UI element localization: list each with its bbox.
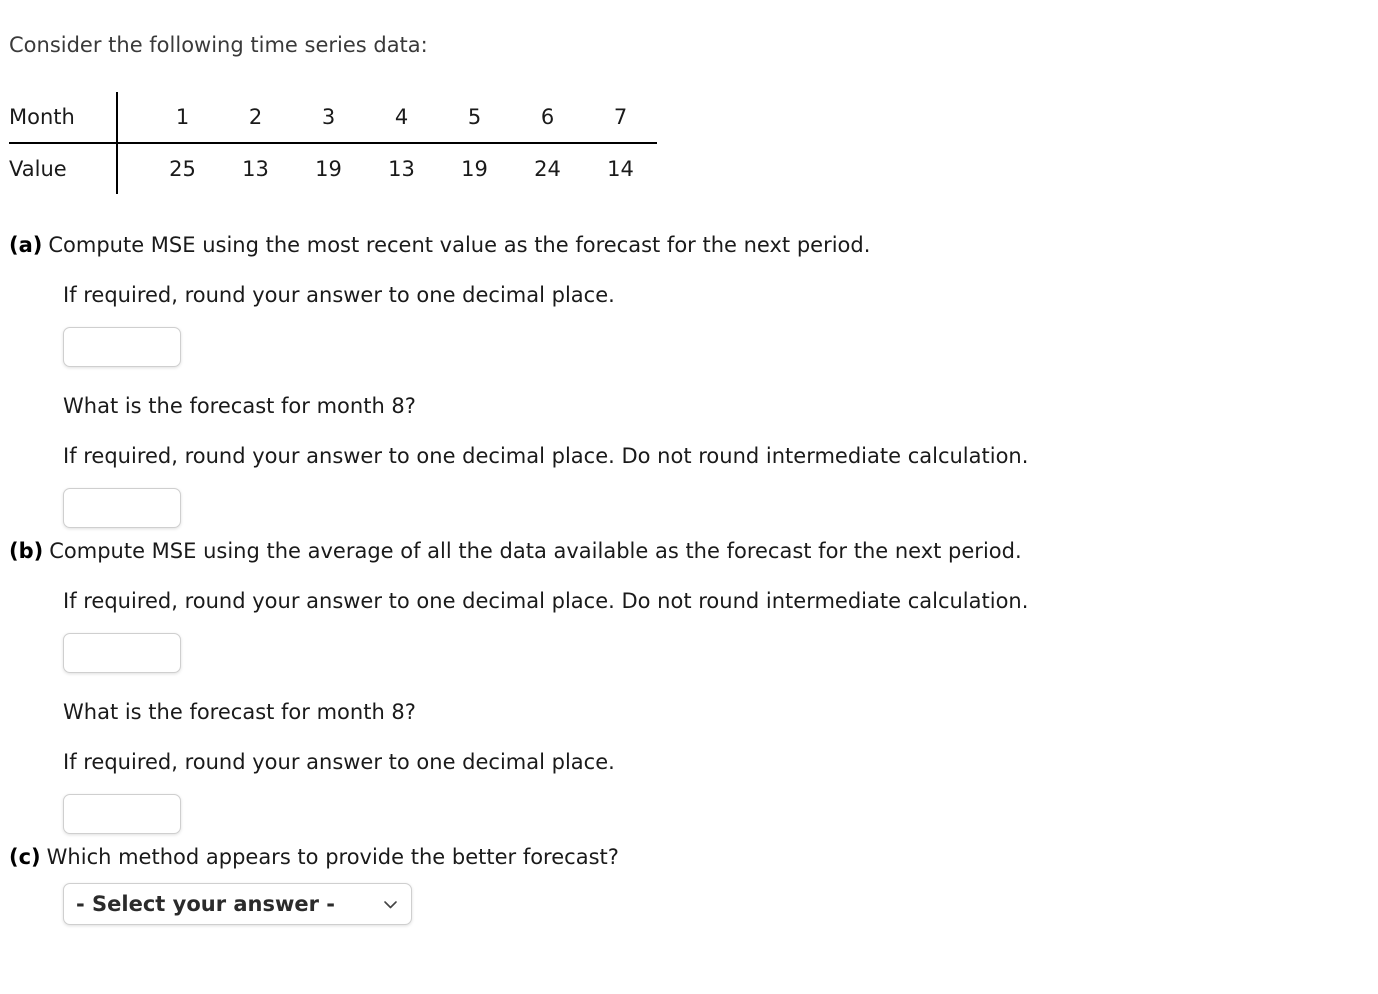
value-cell: 13 — [242, 157, 269, 181]
question-c-prompt: Which method appears to provide the bett… — [46, 845, 619, 869]
table-row-month: Month 1 2 3 4 5 6 7 — [9, 92, 657, 144]
question-b-prompt: Compute MSE using the average of all the… — [49, 539, 1022, 563]
answer-input-a2[interactable] — [63, 488, 181, 528]
question-a-instruction-2: If required, round your answer to one de… — [63, 444, 1029, 468]
table-spacer — [120, 92, 146, 144]
answer-select-c[interactable]: - Select your answer - — [63, 883, 412, 925]
question-a-instruction-1: If required, round your answer to one de… — [63, 283, 615, 307]
row-header-value: Value — [9, 157, 67, 181]
value-cell: 13 — [388, 157, 415, 181]
month-cell: 4 — [365, 92, 438, 144]
month-cell: 1 — [146, 92, 219, 144]
question-block-c: (c) Which method appears to provide the b… — [9, 843, 619, 925]
question-a-prompt: Compute MSE using the most recent value … — [48, 233, 871, 257]
row-header-month: Month — [9, 92, 117, 144]
time-series-table: Month 1 2 3 4 5 6 7 Value 25 13 19 13 19 — [9, 92, 657, 194]
question-b-heading: (b) Compute MSE using the average of all … — [9, 537, 1028, 565]
answer-input-b1[interactable] — [63, 633, 181, 673]
value-cell: 19 — [315, 157, 342, 181]
question-b-marker: (b) — [9, 539, 44, 563]
value-cell: 19 — [461, 157, 488, 181]
answer-input-b2[interactable] — [63, 794, 181, 834]
value-cell: 14 — [607, 157, 634, 181]
answer-select-c-label: - Select your answer - — [76, 892, 336, 916]
question-c-marker: (c) — [9, 845, 41, 869]
value-cell: 25 — [169, 157, 196, 181]
question-b-instruction-2: If required, round your answer to one de… — [63, 750, 615, 774]
month-cell: 2 — [219, 92, 292, 144]
answer-input-a1[interactable] — [63, 327, 181, 367]
table-spacer — [120, 143, 146, 194]
question-a-marker: (a) — [9, 233, 43, 257]
value-cell: 24 — [534, 157, 561, 181]
month-cell: 5 — [438, 92, 511, 144]
month-cell: 7 — [584, 92, 657, 144]
chevron-down-icon — [382, 896, 399, 913]
question-b-followup: What is the forecast for month 8? — [63, 700, 416, 724]
month-cell: 6 — [511, 92, 584, 144]
month-cell: 3 — [292, 92, 365, 144]
intro-text: Consider the following time series data: — [9, 33, 428, 57]
worksheet-page: Consider the following time series data:… — [0, 0, 1378, 994]
question-c-heading: (c) Which method appears to provide the b… — [9, 843, 619, 871]
question-block-b: (b) Compute MSE using the average of all … — [9, 537, 1028, 834]
table-row-value: Value 25 13 19 13 19 24 14 — [9, 143, 657, 194]
question-block-a: (a) Compute MSE using the most recent val… — [9, 231, 1028, 528]
question-b-instruction-1: If required, round your answer to one de… — [63, 589, 1029, 613]
question-a-followup: What is the forecast for month 8? — [63, 394, 416, 418]
question-a-heading: (a) Compute MSE using the most recent val… — [9, 231, 1028, 259]
